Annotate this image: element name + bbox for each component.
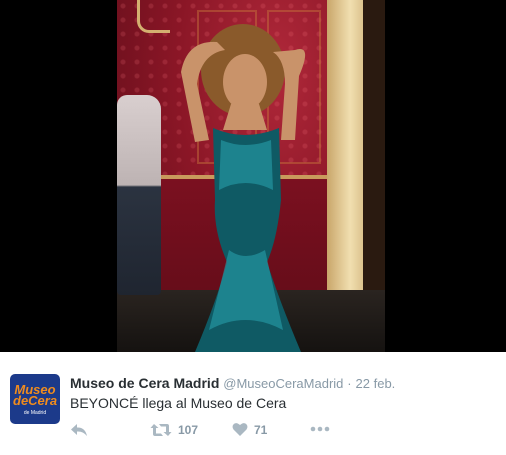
retweet-count: 107 <box>178 423 199 437</box>
wax-figure <box>181 24 306 352</box>
like-count: 71 <box>254 422 268 437</box>
avatar[interactable]: Museo deCera de Madrid <box>10 374 60 424</box>
reply-icon <box>71 424 87 436</box>
retweet-button[interactable]: 107 <box>150 422 198 438</box>
more-button[interactable] <box>310 426 330 432</box>
retweet-icon <box>150 424 172 436</box>
user-handle[interactable]: @MuseoCeraMadrid <box>223 376 343 391</box>
more-dots-icon <box>310 426 330 432</box>
tweet-text: BEYONCÉ llega al Museo de Cera <box>70 395 287 411</box>
tweet-footer: Museo deCera de Madrid Museo de Cera Mad… <box>0 352 506 455</box>
like-button[interactable]: 71 <box>232 422 267 437</box>
reply-button[interactable] <box>70 422 88 438</box>
heart-icon <box>232 423 248 436</box>
tweet-media[interactable] <box>0 0 506 352</box>
tweet-photo[interactable] <box>117 0 385 352</box>
tweet-actions: 107 71 <box>70 422 370 442</box>
tweet-header: Museo de Cera Madrid @MuseoCeraMadrid · … <box>70 375 395 391</box>
header-separator: · <box>347 376 352 391</box>
avatar-logo-text: Museo deCera <box>13 382 58 408</box>
display-name[interactable]: Museo de Cera Madrid <box>70 375 219 391</box>
tweet-timestamp[interactable]: 22 feb. <box>356 376 396 391</box>
avatar-logo-subtext: de Madrid <box>23 410 47 416</box>
